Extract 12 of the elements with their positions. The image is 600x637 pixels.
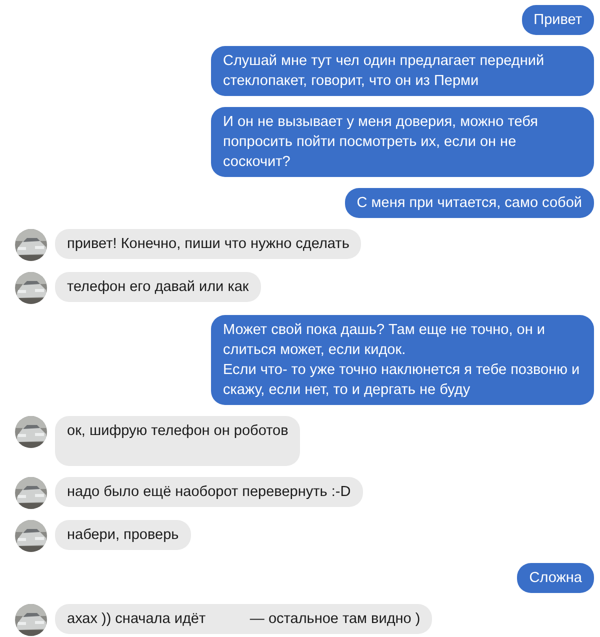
received-message: телефон его давай или как	[55, 272, 261, 302]
received-message: надо было ещё наоборот перевернуть :-D	[55, 477, 363, 507]
received-message: ахах )) сначала идёт — остальное там видно )	[55, 604, 432, 634]
received-message: ок, шифрую телефон он роботов	[55, 416, 300, 466]
received-message: набери, проверь	[55, 520, 191, 550]
sent-message: И он не вызывает у меня доверия, можно тебя попросить пойти посмотреть их, если он не соскочит?	[211, 107, 594, 177]
sent-message: Может свой пока дашь? Там еще не точно, он и слиться может, если кидок. Если что- то уже точно наклюнется я тебе позвоню и скажу, если нет, то и дергать не буду	[211, 315, 594, 405]
sent-message: Сложна	[517, 563, 594, 593]
sent-message: Слушай мне тут чел один предлагает передний стеклопакет, говорит, что он из Перми	[211, 46, 594, 96]
received-message: привет! Конечно, пиши что нужно сделать	[55, 229, 362, 259]
sent-message: С меня при читается, само собой	[344, 188, 594, 218]
sent-message: Привет	[522, 5, 594, 35]
